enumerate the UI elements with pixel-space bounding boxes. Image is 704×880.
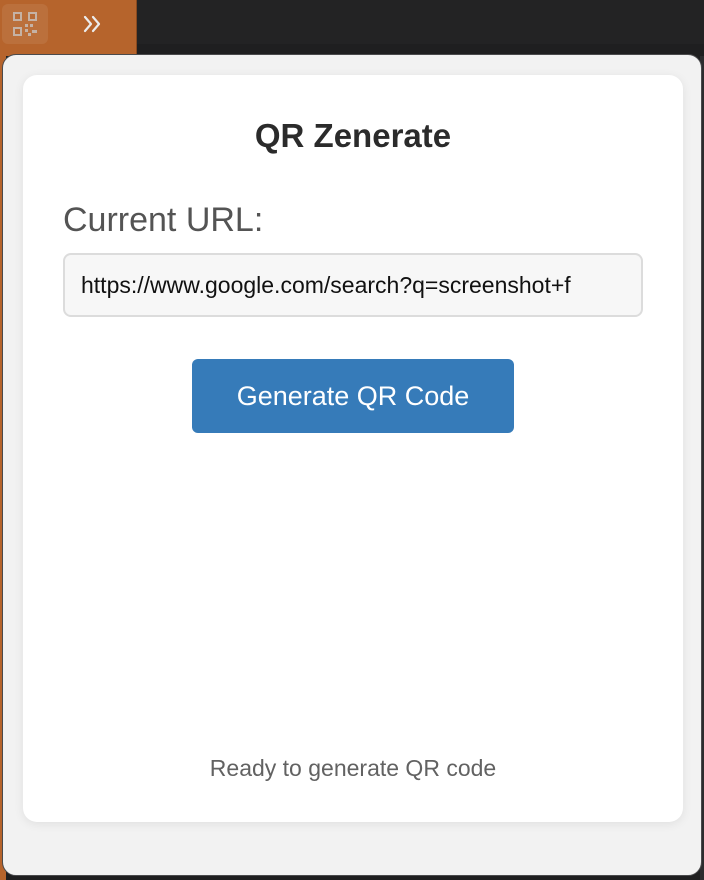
current-url-input[interactable] — [63, 253, 643, 317]
qr-code-icon[interactable] — [2, 4, 48, 44]
status-message: Ready to generate QR code — [209, 755, 497, 781]
extension-toolbar-area — [0, 0, 137, 56]
extension-popup: QR Zenerate Current URL: Generate QR Cod… — [2, 54, 702, 876]
generate-qr-button[interactable]: Generate QR Code — [192, 359, 514, 433]
popup-title: QR Zenerate — [254, 117, 452, 154]
chevron-double-right-icon[interactable] — [78, 10, 106, 38]
current-url-label: Current URL: — [63, 201, 264, 239]
popup-card: QR Zenerate Current URL: Generate QR Cod… — [23, 75, 683, 822]
